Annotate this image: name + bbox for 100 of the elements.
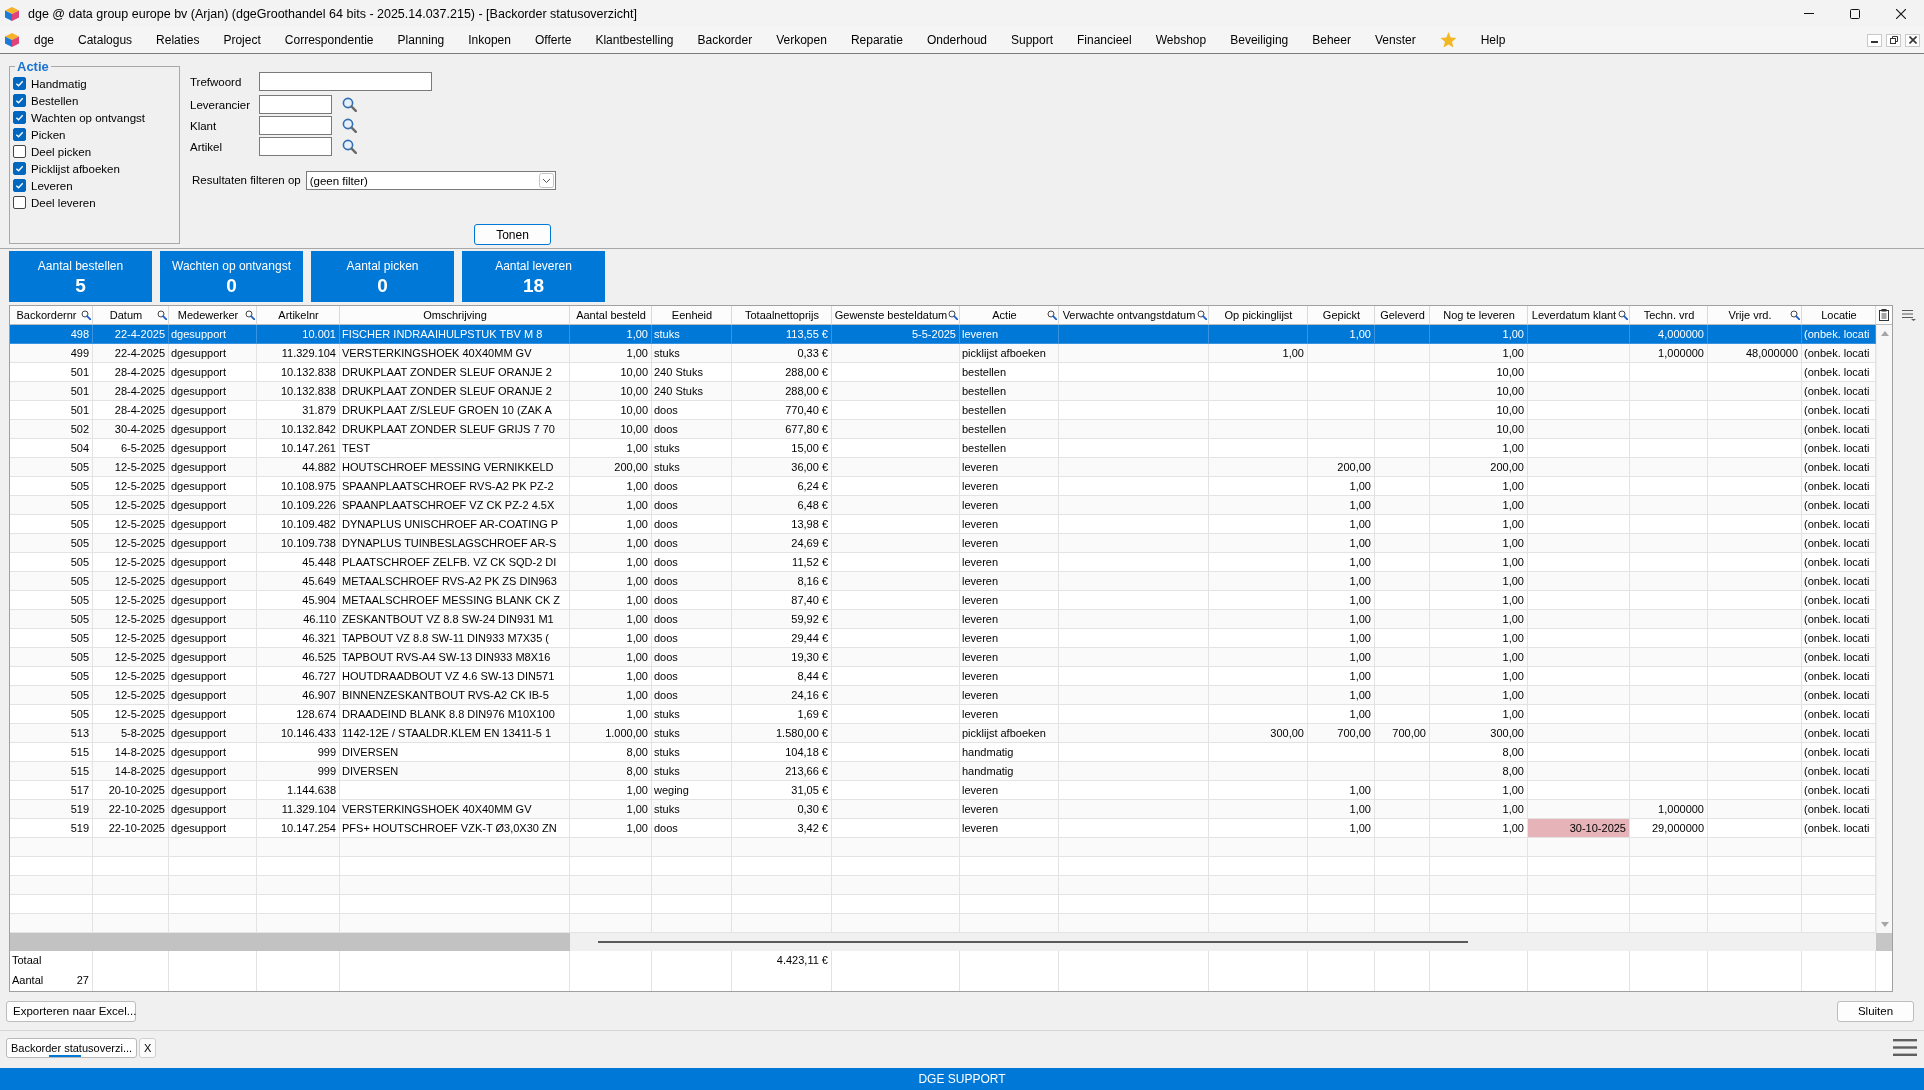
table-row[interactable]: 505 12-5-2025 dgesupport 10.109.738 DYNAPLUS TUINBESLAGSCHROEF AR-S 1,00 doos 24,69 € leveren 1,00 1,00 (onbek. locati xyxy=(10,534,1876,553)
menu-icon[interactable] xyxy=(1901,309,1916,321)
column-header[interactable]: Geleverd xyxy=(1375,306,1430,325)
input-field[interactable] xyxy=(259,137,332,156)
close-button[interactable]: Sluiten xyxy=(1837,1000,1914,1022)
table-row[interactable]: 501 28-4-2025 dgesupport 31.879 DRUKPLAAT Z/SLEUF GROEN 10 (ZAK A 10,00 doos 770,40 € bestellen 10,00 (onbek. locati xyxy=(10,401,1876,420)
show-button[interactable]: Tonen xyxy=(474,224,551,245)
restore-button[interactable] xyxy=(1886,33,1901,47)
menu-item[interactable]: Backorder xyxy=(697,33,753,47)
search-icon[interactable] xyxy=(1047,310,1057,320)
checkbox[interactable] xyxy=(13,145,26,158)
checkbox-label[interactable]: Leveren xyxy=(31,179,73,192)
table-row[interactable]: 505 12-5-2025 dgesupport 45.649 METAALSCHROEF RVS-A2 PK ZS DIN963 1,00 doos 8,16 € leveren 1,00 1,00 (onbek. locati xyxy=(10,572,1876,591)
column-header[interactable]: Medewerker xyxy=(169,306,257,325)
table-row[interactable]: 504 6-5-2025 dgesupport 10.147.261 TEST 1,00 stuks 15,00 € bestellen 1,00 (onbek. locati xyxy=(10,439,1876,458)
column-header[interactable]: Op pickinglijst xyxy=(1209,306,1308,325)
close-icon[interactable] xyxy=(1896,8,1906,19)
table-row[interactable]: 505 12-5-2025 dgesupport 46.727 HOUTDRAADBOUT VZ 4.6 SW-13 DIN571 1,00 doos 8,44 € leveren 1,00 1,00 (onbek. locati xyxy=(10,667,1876,686)
checkbox[interactable] xyxy=(13,196,26,209)
input-field[interactable] xyxy=(259,116,332,135)
input-field[interactable] xyxy=(259,95,332,114)
table-row[interactable]: 519 22-10-2025 dgesupport 10.147.254 PFS+ HOUTSCHROEF VZK-T Ø3,0X30 ZN 1,00 doos 3,42 € leveren 1,00 1,00 30-10-2025 29,000000 (onbek. locati xyxy=(10,819,1876,838)
search-icon[interactable] xyxy=(157,310,167,320)
menu-item[interactable]: Beveiliging xyxy=(1230,33,1289,47)
column-header[interactable]: Nog te leveren xyxy=(1430,306,1528,325)
table-row[interactable]: 501 28-4-2025 dgesupport 10.132.838 DRUKPLAAT ZONDER SLEUF ORANJE 2 10,00 240 Stuks 288,00 € bestellen 10,00 (onbek. locati xyxy=(10,363,1876,382)
menu-icon[interactable] xyxy=(1893,1039,1917,1056)
column-header[interactable]: Gewenste besteldatum xyxy=(832,306,960,325)
menu-item[interactable]: Verkopen xyxy=(776,33,827,47)
column-header[interactable]: Locatie xyxy=(1802,306,1876,325)
table-row[interactable]: 505 12-5-2025 dgesupport 128.674 DRAADEIND BLANK 8.8 DIN976 M10X100 1,00 stuks 1,69 € leveren 1,00 1,00 (onbek. locati xyxy=(10,705,1876,724)
table-row[interactable]: 515 14-8-2025 dgesupport 999 DIVERSEN 8,00 stuks 104,18 € handmatig 8,00 (onbek. locati xyxy=(10,743,1876,762)
table-row[interactable]: 505 12-5-2025 dgesupport 10.108.975 SPAANPLAATSCHROEF RVS-A2 PK PZ-2 1,00 doos 6,24 € leveren 1,00 1,00 (onbek. locati xyxy=(10,477,1876,496)
table-row[interactable]: 499 22-4-2025 dgesupport 11.329.104 VERSTERKINGSHOEK 40X40MM GV 1,00 stuks 0,33 € picklijst afboeken 1,00 1,00 1,000000 48,000000 (onbek. locati xyxy=(10,344,1876,363)
search-icon[interactable] xyxy=(1618,310,1628,320)
frozen-scrollbar[interactable] xyxy=(10,933,570,951)
table-row[interactable]: 498 22-4-2025 dgesupport 10.001 FISCHER INDRAAIHULPSTUK TBV M 8 1,00 stuks 113,55 € 5-5-2025 leveren 1,00 1,00 4,000000 (onbek. locati xyxy=(10,325,1876,344)
menu-item[interactable]: Catalogus xyxy=(78,33,133,47)
column-header[interactable]: Verwachte ontvangstdatum xyxy=(1059,306,1209,325)
checkbox-label[interactable]: Bestellen xyxy=(31,94,79,107)
menu-item[interactable]: Onderhoud xyxy=(926,33,987,47)
table-row[interactable]: 519 22-10-2025 dgesupport 11.329.104 VERSTERKINGSHOEK 40X40MM GV 1,00 stuks 0,30 € leveren 1,00 1,00 1,000000 (onbek. locati xyxy=(10,800,1876,819)
column-header[interactable]: Artikelnr xyxy=(257,306,340,325)
checkbox[interactable] xyxy=(13,128,26,141)
table-row[interactable]: 505 12-5-2025 dgesupport 10.109.226 SPAANPLAATSCHROEF VZ CK PZ-2 4.5X 1,00 doos 6,48 € leveren 1,00 1,00 (onbek. locati xyxy=(10,496,1876,515)
table-row[interactable]: 505 12-5-2025 dgesupport 45.904 METAALSCHROEF MESSING BLANK CK Z 1,00 doos 87,40 € leveren 1,00 1,00 (onbek. locati xyxy=(10,591,1876,610)
cube-icon[interactable] xyxy=(4,32,20,48)
search-icon[interactable] xyxy=(81,310,91,320)
checkbox-label[interactable]: Picken xyxy=(31,128,66,141)
table-row[interactable]: 505 12-5-2025 dgesupport 46.525 TAPBOUT RVS-A4 SW-13 DIN933 M8X16 1,00 doos 19,30 € leveren 1,00 1,00 (onbek. locati xyxy=(10,648,1876,667)
menu-item[interactable]: Correspondentie xyxy=(284,33,374,47)
column-header[interactable]: Gepickt xyxy=(1308,306,1375,325)
column-header[interactable]: Backordernr xyxy=(10,306,93,325)
column-header[interactable]: Actie xyxy=(960,306,1059,325)
search-icon[interactable] xyxy=(1790,310,1800,320)
search-icon[interactable] xyxy=(342,139,357,154)
tab-close-button[interactable]: X xyxy=(139,1038,157,1058)
checkbox-label[interactable]: Deel picken xyxy=(31,145,92,158)
menu-item[interactable]: Webshop xyxy=(1155,33,1207,47)
menu-item[interactable]: Reparatie xyxy=(850,33,903,47)
close-button[interactable] xyxy=(1905,33,1920,47)
star-icon[interactable] xyxy=(1439,32,1457,48)
table-row[interactable]: 515 14-8-2025 dgesupport 999 DIVERSEN 8,00 stuks 213,66 € handmatig 8,00 (onbek. locati xyxy=(10,762,1876,781)
export-button[interactable]: Exporteren naar Excel... xyxy=(6,1000,136,1022)
document-tab[interactable]: Backorder statusoverzi... xyxy=(6,1038,138,1058)
checkbox[interactable] xyxy=(13,94,26,107)
table-row[interactable]: 513 5-8-2025 dgesupport 10.146.433 1142-12E / STAALDR.KLEM EN 13411-5 1 1.000,00 stuks 1.580,00 € picklijst afboeken 300,00 700,00 700,00 300,00 (onbek. locati xyxy=(10,724,1876,743)
maximize-icon[interactable] xyxy=(1850,8,1860,19)
minimize-button[interactable] xyxy=(1867,33,1882,47)
column-header[interactable]: Vrije vrd. xyxy=(1708,306,1802,325)
table-row[interactable]: 505 12-5-2025 dgesupport 46.321 TAPBOUT VZ 8.8 SW-11 DIN933 M7X35 ( 1,00 doos 29,44 € leveren 1,00 1,00 (onbek. locati xyxy=(10,629,1876,648)
table-row[interactable]: 517 20-10-2025 dgesupport 1.144.638 1,00 weging 31,05 € leveren 1,00 1,00 (onbek. locati xyxy=(10,781,1876,800)
column-header[interactable]: Omschrijving xyxy=(340,306,570,325)
menu-item[interactable]: Beheer xyxy=(1312,33,1351,47)
column-header[interactable]: Eenheid xyxy=(652,306,732,325)
menu-item[interactable]: dge xyxy=(34,33,55,47)
checkbox[interactable] xyxy=(13,111,26,124)
column-header[interactable]: Leverdatum klant xyxy=(1528,306,1630,325)
menu-item[interactable]: Relaties xyxy=(156,33,200,47)
menu-item[interactable]: Venster xyxy=(1374,33,1416,47)
menu-item[interactable]: Inkopen xyxy=(468,33,511,47)
menu-item[interactable]: Project xyxy=(223,33,261,47)
column-header[interactable]: Techn. vrd xyxy=(1630,306,1708,325)
table-row[interactable]: 505 12-5-2025 dgesupport 46.907 BINNENZESKANTBOUT RVS-A2 CK IB-5 1,00 doos 24,16 € leveren 1,00 1,00 (onbek. locati xyxy=(10,686,1876,705)
clipboard-icon[interactable] xyxy=(1879,309,1889,321)
menu-item[interactable]: Financieel xyxy=(1077,33,1132,47)
checkbox[interactable] xyxy=(13,77,26,90)
checkbox[interactable] xyxy=(13,179,26,192)
checkbox-label[interactable]: Handmatig xyxy=(31,77,87,90)
table-row[interactable]: 501 28-4-2025 dgesupport 10.132.838 DRUKPLAAT ZONDER SLEUF ORANJE 2 10,00 240 Stuks 288,00 € bestellen 10,00 (onbek. locati xyxy=(10,382,1876,401)
search-icon[interactable] xyxy=(1197,310,1207,320)
column-header[interactable]: Datum xyxy=(93,306,169,325)
checkbox-label[interactable]: Picklijst afboeken xyxy=(31,162,120,175)
search-icon[interactable] xyxy=(245,310,255,320)
menu-item[interactable]: Support xyxy=(1011,33,1053,47)
checkbox[interactable] xyxy=(13,162,26,175)
column-header[interactable]: Totaalnettoprijs xyxy=(732,306,832,325)
menu-item[interactable]: Offerte xyxy=(534,33,572,47)
checkbox-label[interactable]: Deel leveren xyxy=(31,196,96,209)
menu-item[interactable]: Planning xyxy=(397,33,445,47)
